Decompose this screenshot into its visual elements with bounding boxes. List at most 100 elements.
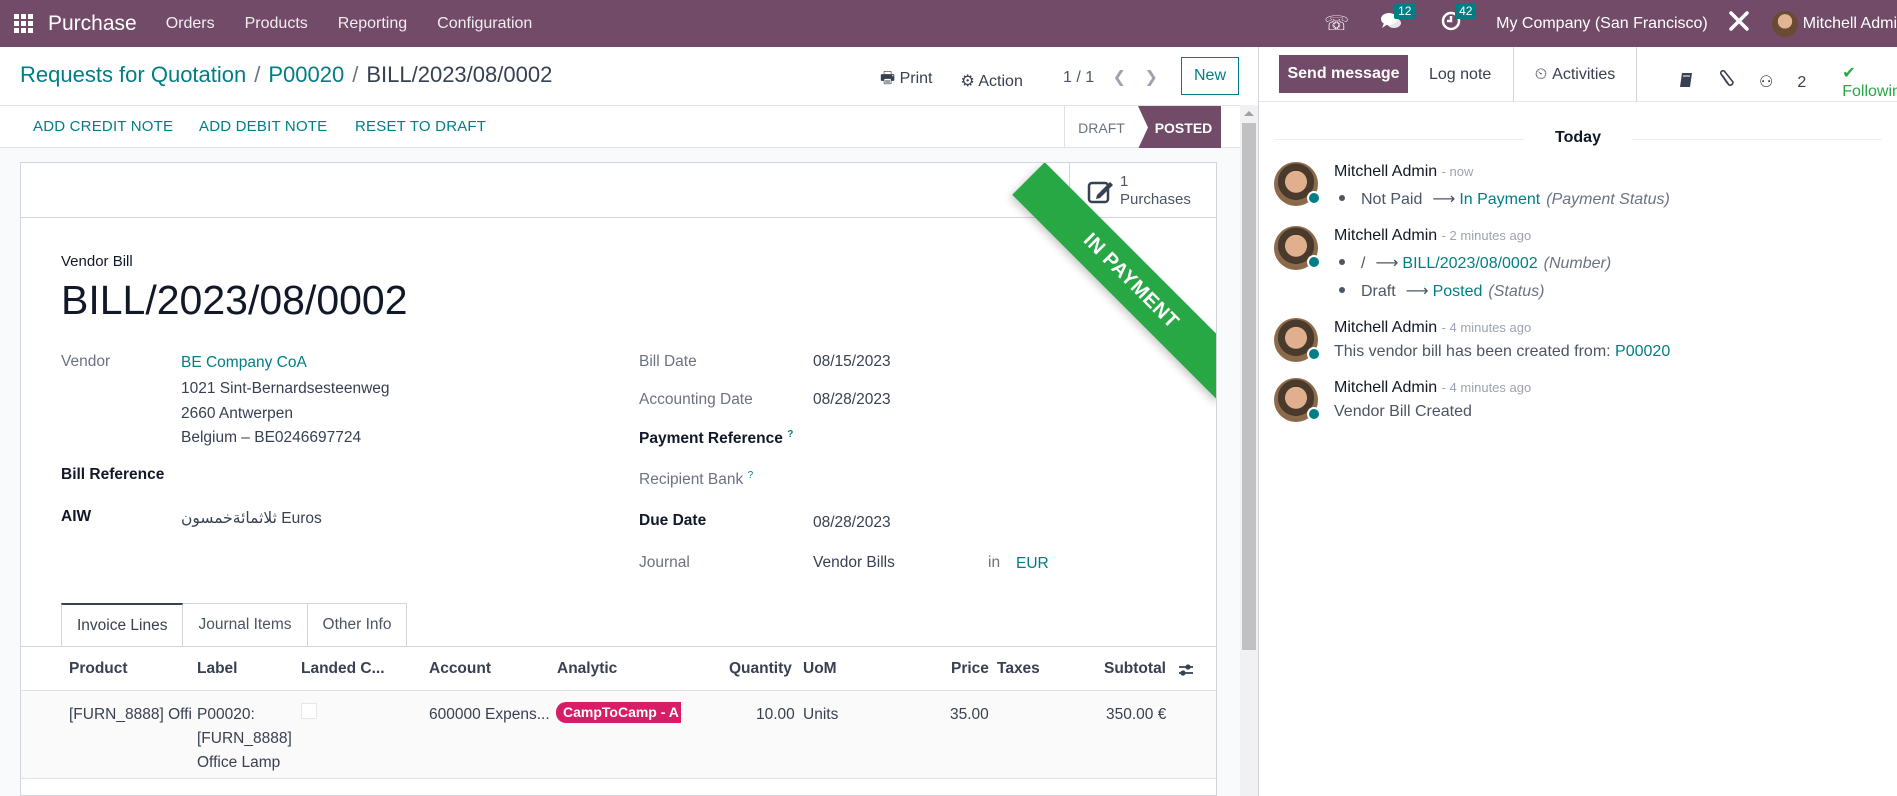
online-status-icon [1307,191,1321,205]
activities-button[interactable]: ⏲ Activities [1513,47,1637,102]
payment-reference-text: Payment Reference [639,430,783,448]
col-price[interactable]: Price [951,660,989,678]
message-author[interactable]: Mitchell Admin [1334,379,1437,396]
reset-to-draft-button[interactable]: RESET TO DRAFT [355,118,486,135]
due-date-field[interactable]: 08/28/2023 [813,514,891,532]
chat-count-badge: 12 [1394,2,1416,19]
app-menu-icon[interactable] [14,13,34,34]
purchases-label: Purchases [1120,190,1191,208]
log-note-button[interactable]: Log note [1429,66,1491,84]
online-status-icon [1307,347,1321,361]
app-name[interactable]: Purchase [48,12,137,36]
message-body: This vendor bill has been created from: … [1334,343,1670,361]
vendor-link[interactable]: BE Company CoA [181,354,307,372]
new-button[interactable]: New [1181,57,1239,95]
line-subtotal: 350.00 € [1106,706,1167,723]
line-uom[interactable]: Units [803,703,838,727]
tab-other-info[interactable]: Other Info [307,603,408,646]
col-landed-costs[interactable]: Landed C... [301,660,385,678]
control-panel: Requests for Quotation / P00020 / BILL/2023/… [0,47,1258,149]
chevron-right-icon[interactable]: ❯ [1144,69,1157,86]
breadcrumb-rfq[interactable]: Requests for Quotation [20,62,246,87]
menu-configuration[interactable]: Configuration [437,15,532,33]
arrow-right-icon: ⟶ [1432,191,1456,208]
add-credit-note-button[interactable]: ADD CREDIT NOTE [33,118,173,135]
line-label[interactable]: P00020: [FURN_8888] Office Lamp [197,703,292,775]
line-price[interactable]: 35.00 [950,703,989,727]
col-quantity[interactable]: Quantity [729,660,792,678]
chevron-left-icon[interactable]: ❮ [1113,69,1126,86]
accounting-date-field[interactable]: 08/28/2023 [813,391,891,409]
new-value: Posted [1432,283,1483,300]
message-time: - 2 minutes ago [1441,228,1532,243]
user-menu[interactable]: Mitchell Admi [1803,15,1897,33]
message-author[interactable]: Mitchell Admin [1334,227,1437,244]
chatter: Send message Log note ⏲ Activities ⚇ 2 ✔ F… [1259,47,1897,796]
pager-value[interactable]: 1 / 1 [1063,69,1094,86]
user-avatar[interactable] [1771,10,1798,37]
message-text: This vendor bill has been created from: [1334,343,1611,360]
menu-reporting[interactable]: Reporting [338,15,407,33]
following-button[interactable]: ✔ Following [1842,63,1897,101]
message-body: Vendor Bill Created [1334,403,1472,420]
phone-icon[interactable]: ☏ [1324,11,1349,36]
company-switcher[interactable]: My Company (San Francisco) [1496,15,1708,33]
chat-icon[interactable]: 12 [1380,2,1416,37]
top-navbar: Purchase Orders Products Reporting Confi… [0,0,1897,47]
analytic-tag[interactable]: CampToCamp - A [556,702,681,723]
paperclip-icon[interactable] [1717,69,1735,95]
print-label: Print [899,70,933,87]
col-account[interactable]: Account [429,660,491,678]
landed-cost-checkbox[interactable] [301,703,317,719]
scroll-up-arrow[interactable] [1244,111,1254,116]
col-subtotal[interactable]: Subtotal [1104,660,1166,678]
accounting-date-label: Accounting Date [639,391,753,408]
col-label[interactable]: Label [197,660,237,678]
help-icon[interactable]: ? [787,429,793,440]
line-product[interactable]: [FURN_8888] Offi [69,703,192,727]
message-time: - 4 minutes ago [1441,320,1532,335]
col-analytic[interactable]: Analytic [557,660,617,678]
purchase-order-link[interactable]: P00020 [1615,343,1670,360]
old-value: Draft [1361,283,1396,300]
message-author[interactable]: Mitchell Admin [1334,319,1437,336]
col-uom[interactable]: UoM [803,660,837,678]
message-time: - now [1441,164,1474,179]
followers-count: 2 [1797,74,1807,91]
add-debit-note-button[interactable]: ADD DEBIT NOTE [199,118,327,135]
followers-button[interactable]: ⚇ 2 [1759,72,1830,92]
form-scrollbar[interactable] [1240,105,1258,796]
print-button[interactable]: 🖶 Print [880,67,932,94]
send-message-button[interactable]: Send message [1279,55,1408,93]
status-draft[interactable]: DRAFT [1064,106,1138,149]
date-separator: Today [1259,129,1897,147]
document-title: BILL/2023/08/0002 [61,277,408,323]
bullet-icon [1339,195,1345,201]
bill-date-label: Bill Date [639,353,697,370]
help-icon[interactable]: ? [748,470,754,481]
clock-icon[interactable]: 42 [1441,2,1477,37]
menu-orders[interactable]: Orders [166,15,215,33]
tab-invoice-lines[interactable]: Invoice Lines [61,603,184,646]
col-product[interactable]: Product [69,660,128,678]
vendor-address-country: Belgium – BE0246697724 [181,429,362,446]
message-author[interactable]: Mitchell Admin [1334,163,1437,180]
bill-date-field[interactable]: 08/15/2023 [813,353,891,371]
column-settings-icon[interactable] [1177,661,1195,679]
book-icon[interactable] [1679,72,1693,93]
journal-field[interactable]: Vendor Bills [813,554,895,572]
tools-icon[interactable] [1728,10,1750,38]
col-taxes[interactable]: Taxes [997,660,1040,678]
menu-products[interactable]: Products [245,15,308,33]
line-account[interactable]: 600000 Expens... [429,703,550,727]
status-posted[interactable]: POSTED [1138,106,1221,149]
line-quantity[interactable]: 10.00 [756,703,795,727]
currency-field[interactable]: EUR [1016,555,1049,573]
scrollbar-thumb[interactable] [1242,123,1256,650]
field-name: (Payment Status) [1546,191,1670,208]
aiw-value: ثلاثمائةخمسون Euros [181,510,322,527]
breadcrumb-separator: / [352,62,359,87]
breadcrumb-po[interactable]: P00020 [268,62,344,87]
action-button[interactable]: ⚙ Action [960,71,1022,91]
tab-journal-items[interactable]: Journal Items [183,603,308,646]
